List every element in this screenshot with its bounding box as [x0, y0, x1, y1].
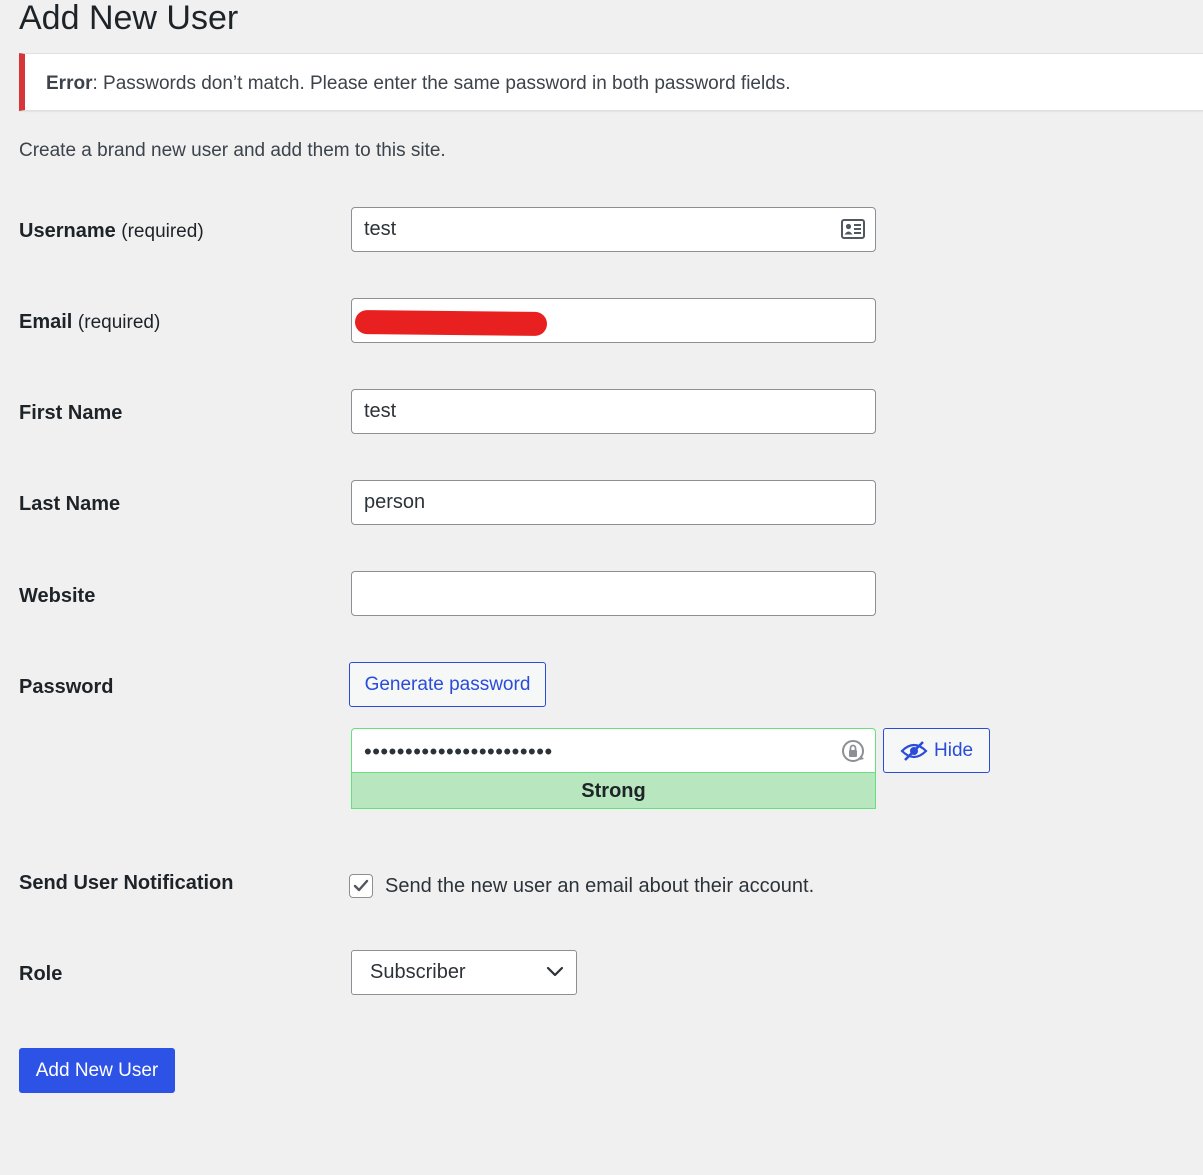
email-label-text: Email	[19, 311, 73, 333]
password-strength: Strong	[351, 773, 876, 809]
role-label: Role	[19, 963, 63, 985]
error-label: Error	[46, 73, 93, 94]
notification-label: Send User Notification	[19, 872, 234, 894]
last-name-value: person	[364, 491, 426, 513]
role-selected-value: Subscriber	[370, 961, 466, 983]
page-intro: Create a brand new user and add them to …	[19, 140, 446, 161]
generate-password-button[interactable]: Generate password	[349, 662, 546, 707]
notification-checkbox[interactable]	[349, 874, 373, 898]
hide-password-button[interactable]: Hide	[883, 728, 990, 773]
email-label: Email (required)	[19, 311, 160, 334]
username-label-text: Username	[19, 220, 116, 242]
role-select[interactable]: Subscriber	[351, 950, 577, 995]
website-label: Website	[19, 585, 96, 607]
chevron-down-icon	[546, 966, 564, 977]
password-input[interactable]: •••••••••••••••••••••••	[351, 728, 876, 773]
add-new-user-button[interactable]: Add New User	[19, 1048, 175, 1093]
lock-icon	[842, 740, 864, 762]
website-input[interactable]	[351, 571, 876, 616]
page-title: Add New User	[19, 0, 239, 37]
first-name-value: test	[364, 400, 397, 422]
last-name-label: Last Name	[19, 493, 121, 515]
checkmark-icon	[353, 879, 369, 892]
redaction-mark	[354, 309, 548, 337]
password-value: •••••••••••••••••••••••	[364, 739, 553, 764]
eye-slash-icon	[900, 740, 928, 761]
notification-checkbox-label[interactable]: Send the new user an email about their a…	[385, 875, 814, 898]
error-notice: Error: Passwords don’t match. Please ent…	[19, 53, 1203, 111]
email-required: (required)	[77, 312, 161, 333]
hide-label: Hide	[934, 739, 974, 761]
username-input[interactable]: test	[351, 207, 876, 252]
first-name-label: First Name	[19, 402, 123, 424]
error-message: Error: Passwords don’t match. Please ent…	[46, 73, 791, 95]
email-input[interactable]	[351, 298, 876, 343]
contact-card-icon	[841, 219, 865, 239]
password-label: Password	[19, 676, 114, 698]
username-label: Username (required)	[19, 220, 204, 243]
username-value: test	[364, 218, 397, 240]
last-name-input[interactable]: person	[351, 480, 876, 525]
error-text: : Passwords don’t match. Please enter th…	[92, 73, 791, 94]
username-required: (required)	[121, 221, 204, 242]
first-name-input[interactable]: test	[351, 389, 876, 434]
